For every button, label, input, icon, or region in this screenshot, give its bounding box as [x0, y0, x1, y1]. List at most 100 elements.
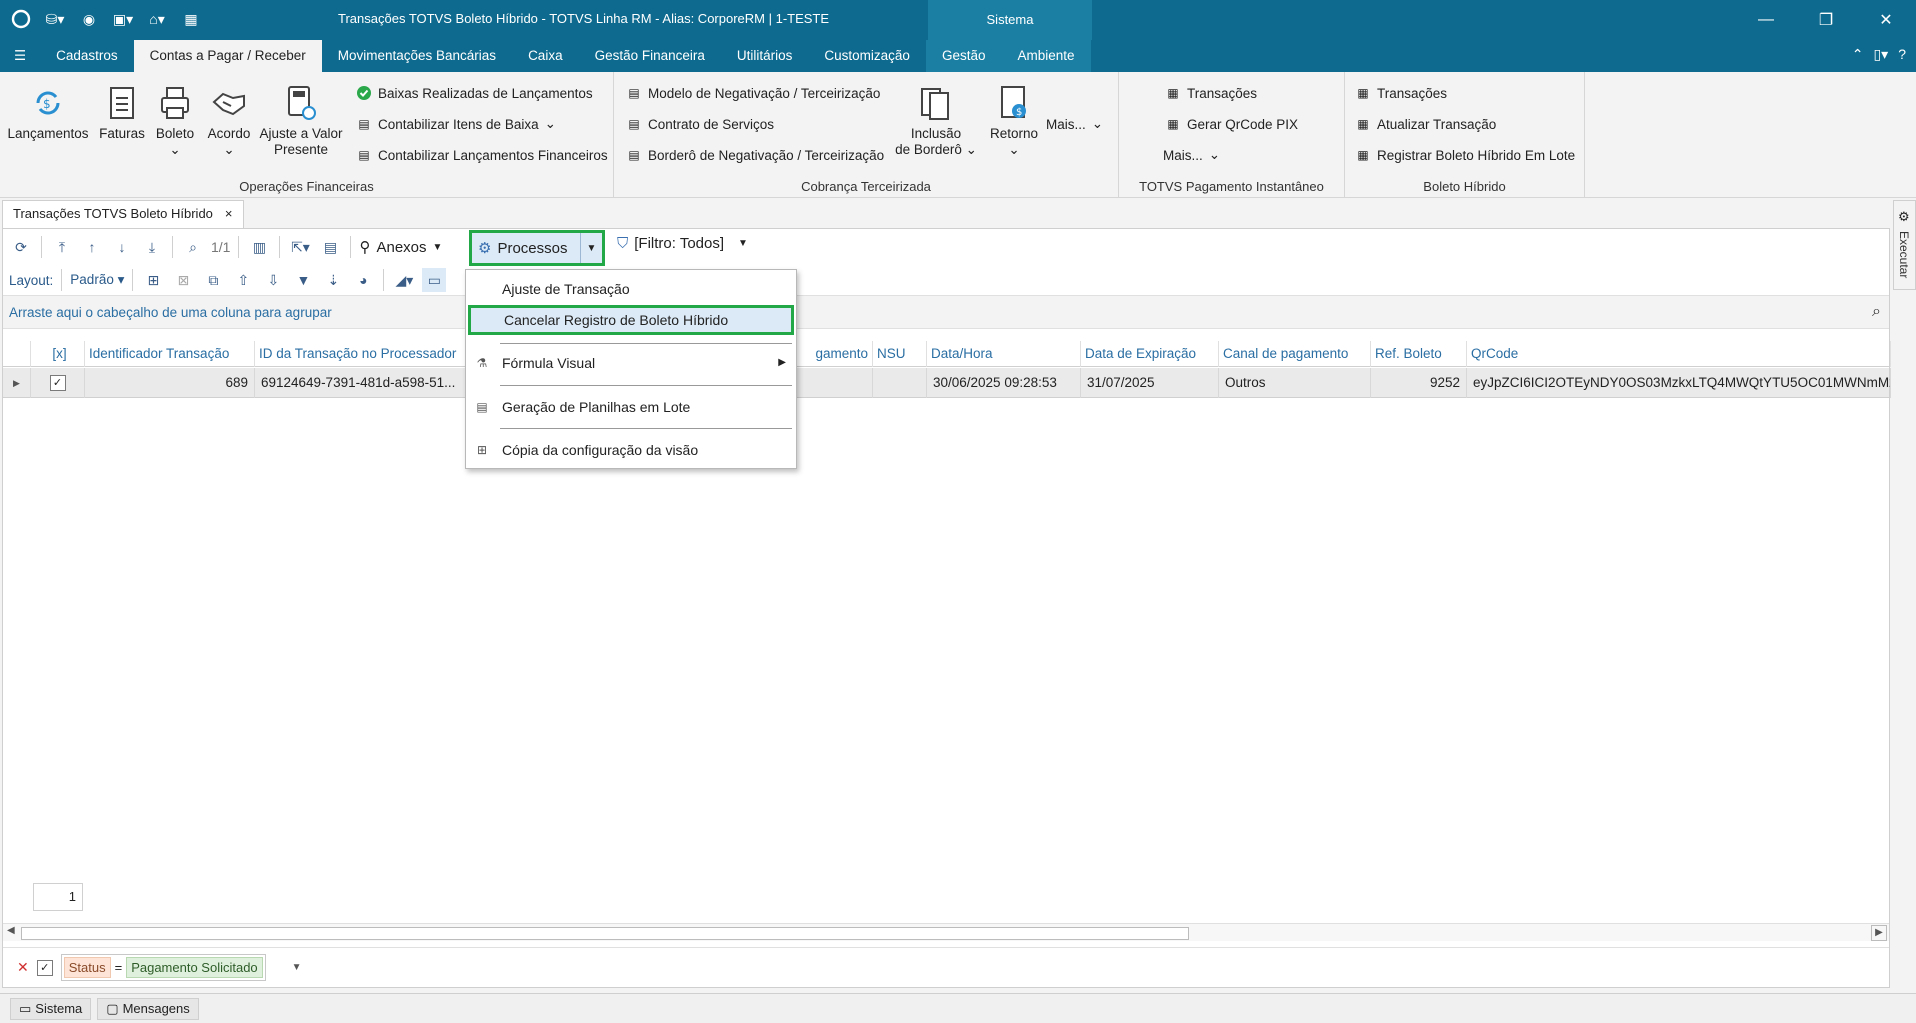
- gerar-qrcode-button[interactable]: ▦ Gerar QrCode PIX: [1165, 113, 1298, 135]
- connection-icon[interactable]: ⛁▾: [44, 8, 66, 30]
- tab-transacoes-boleto-hibrido[interactable]: Transações TOTVS Boleto Híbrido ×: [2, 200, 244, 228]
- menu-item-ajuste-transacao[interactable]: Ajuste de Transação: [466, 274, 796, 304]
- contrato-servicos-button[interactable]: ▤ Contrato de Serviços: [626, 113, 774, 135]
- modelo-negativacao-button[interactable]: ▤ Modelo de Negativação / Terceirização: [626, 82, 880, 104]
- menu-item-formula-visual[interactable]: ⚗ Fórmula Visual ▶: [466, 348, 796, 378]
- pix-mais-button[interactable]: Mais... ⌄: [1163, 144, 1220, 166]
- contabilizar-itens-button[interactable]: ▤ Contabilizar Itens de Baixa ⌄: [356, 113, 556, 135]
- boleto-transacoes-button[interactable]: ▦ Transações: [1355, 82, 1447, 104]
- bordero-negativacao-button[interactable]: ▤ Borderô de Negativação / Terceirização: [626, 144, 884, 166]
- header-data-expiracao[interactable]: Data de Expiração: [1081, 341, 1219, 367]
- mensagens-button[interactable]: ▢ Mensagens: [97, 997, 199, 1020]
- upload-icon[interactable]: ⇧: [231, 268, 255, 292]
- panel-icon[interactable]: ▭: [422, 268, 447, 292]
- horizontal-scrollbar[interactable]: ◀ ▶: [3, 923, 1889, 941]
- tab-customizacao[interactable]: Customização: [808, 40, 926, 72]
- header-identificador[interactable]: Identificador Transação: [85, 341, 255, 367]
- caret-down-icon[interactable]: ▼: [580, 233, 602, 263]
- acordo-button[interactable]: Acordo ⌄: [204, 84, 254, 158]
- add-icon[interactable]: ⊞: [141, 268, 165, 292]
- ajuste-valor-presente-button[interactable]: Ajuste a Valor Presente: [256, 84, 346, 158]
- executar-side-panel[interactable]: ⚙ Executar: [1893, 200, 1916, 290]
- header-id-processador[interactable]: ID da Transação no Processador: [255, 341, 469, 367]
- chart-icon[interactable]: ◢▾: [392, 268, 416, 292]
- tab-gestao[interactable]: Gestão: [925, 40, 1002, 72]
- page-input[interactable]: 1: [33, 883, 83, 911]
- row-select-cell[interactable]: ✓: [31, 368, 85, 398]
- sistema-status-button[interactable]: ▭ Sistema: [10, 997, 92, 1020]
- minimize-icon[interactable]: —: [1736, 0, 1796, 40]
- layout-icon[interactable]: ▯▾: [1873, 46, 1888, 63]
- registrar-boleto-lote-button[interactable]: ▦ Registrar Boleto Híbrido Em Lote: [1355, 144, 1575, 166]
- view-icon[interactable]: ◉: [78, 8, 100, 30]
- next-record-icon[interactable]: ↓: [110, 235, 134, 259]
- header-data-hora[interactable]: Data/Hora: [927, 341, 1081, 367]
- contabilizar-lancamentos-button[interactable]: ▤ Contabilizar Lançamentos Financeiros: [356, 144, 607, 166]
- restore-icon[interactable]: ❐: [1796, 0, 1856, 40]
- filter-enabled-checkbox[interactable]: ✓: [36, 959, 53, 976]
- scrollbar-thumb[interactable]: [21, 927, 1189, 940]
- header-select[interactable]: [x]: [31, 341, 85, 367]
- copy-icon[interactable]: ⧉: [201, 268, 225, 292]
- header-ref-boleto[interactable]: Ref. Boleto: [1371, 341, 1467, 367]
- download-icon[interactable]: ⇩: [261, 268, 285, 292]
- search-icon[interactable]: ⌕: [181, 235, 205, 259]
- close-tab-icon[interactable]: ×: [225, 201, 233, 228]
- shapes-icon[interactable]: ◕: [351, 268, 375, 292]
- tab-contas-pagar-receber[interactable]: Contas a Pagar / Receber: [133, 40, 322, 72]
- calculator-icon[interactable]: ▦: [180, 8, 202, 30]
- tab-utilitarios[interactable]: Utilitários: [721, 40, 809, 72]
- export-icon[interactable]: ⇱▾: [288, 235, 312, 259]
- filtro-button[interactable]: ⛉ [Filtro: Todos] ▼: [617, 235, 748, 252]
- delete-icon[interactable]: ⊠: [171, 268, 195, 292]
- close-icon[interactable]: ✕: [1856, 0, 1916, 40]
- paint-icon[interactable]: ▼: [291, 268, 315, 292]
- tab-gestao-financeira[interactable]: Gestão Financeira: [579, 40, 721, 72]
- menu-item-geracao-planilhas[interactable]: ▤ Geração de Planilhas em Lote: [466, 392, 796, 422]
- report-icon[interactable]: ▤: [318, 235, 342, 259]
- filter-value[interactable]: Pagamento Solicitado: [126, 957, 263, 978]
- filter-field[interactable]: Status: [63, 957, 111, 978]
- layout-select[interactable]: Padrão ▾: [70, 272, 124, 288]
- sistema-context-tab[interactable]: Sistema: [928, 0, 1092, 40]
- header-nsu[interactable]: NSU: [873, 341, 927, 367]
- filter-operator[interactable]: =: [115, 960, 123, 975]
- processos-button[interactable]: ⚙ Processos ▼: [469, 230, 605, 266]
- last-record-icon[interactable]: ⤓: [140, 235, 164, 259]
- help-icon[interactable]: ?: [1898, 46, 1906, 63]
- anexos-button[interactable]: ⚲ Anexos ▼: [359, 238, 442, 257]
- first-record-icon[interactable]: ⤒: [50, 235, 74, 259]
- pix-transacoes-button[interactable]: ▦ Transações: [1165, 82, 1257, 104]
- scroll-left-icon[interactable]: ◀: [7, 925, 15, 936]
- inclusao-bordero-button[interactable]: Inclusão de Borderô ⌄: [894, 84, 978, 158]
- atualizar-transacao-button[interactable]: ▦ Atualizar Transação: [1355, 113, 1496, 135]
- row-expand-icon[interactable]: ▶: [3, 368, 31, 398]
- cobranca-mais-button[interactable]: Mais... ⌄: [1046, 113, 1103, 135]
- baixas-realizadas-button[interactable]: Baixas Realizadas de Lançamentos: [356, 82, 593, 104]
- lancamentos-button[interactable]: $ Lançamentos: [6, 84, 90, 142]
- pin-icon[interactable]: ⇣: [321, 268, 345, 292]
- clear-filter-icon[interactable]: ✕: [17, 959, 29, 976]
- menu-item-copia-configuracao[interactable]: ⊞ Cópia da configuração da visão: [466, 435, 796, 465]
- refresh-icon[interactable]: ⟳: [9, 235, 33, 259]
- scroll-right-icon[interactable]: ▶: [1871, 925, 1887, 941]
- table-row[interactable]: ▶ ✓ 689 69124649-7391-481d-a598-51... 30…: [3, 368, 1891, 398]
- header-qrcode[interactable]: QrCode: [1467, 341, 1891, 367]
- previous-record-icon[interactable]: ↑: [80, 235, 104, 259]
- header-canal-pagamento[interactable]: Canal de pagamento: [1219, 341, 1371, 367]
- faturas-button[interactable]: Faturas: [94, 84, 150, 142]
- row-checkbox[interactable]: ✓: [49, 375, 66, 392]
- menu-item-cancelar-registro[interactable]: Cancelar Registro de Boleto Híbrido: [468, 305, 794, 335]
- app-logo-icon[interactable]: [10, 8, 32, 30]
- tab-ambiente[interactable]: Ambiente: [1001, 40, 1091, 72]
- search-icon[interactable]: ⌕: [1872, 303, 1881, 321]
- home-icon[interactable]: ⌂▾: [146, 8, 168, 30]
- app-menu-icon[interactable]: ☰: [0, 40, 40, 72]
- tab-caixa[interactable]: Caixa: [512, 40, 579, 72]
- boleto-button[interactable]: Boleto ⌄: [152, 84, 198, 158]
- window-icon[interactable]: ▣▾: [112, 8, 134, 30]
- collapse-ribbon-icon[interactable]: ⌃: [1852, 46, 1864, 63]
- filter-expression[interactable]: Status = Pagamento Solicitado: [60, 954, 266, 981]
- columns-icon[interactable]: ▥: [247, 235, 271, 259]
- tab-cadastros[interactable]: Cadastros: [40, 40, 134, 72]
